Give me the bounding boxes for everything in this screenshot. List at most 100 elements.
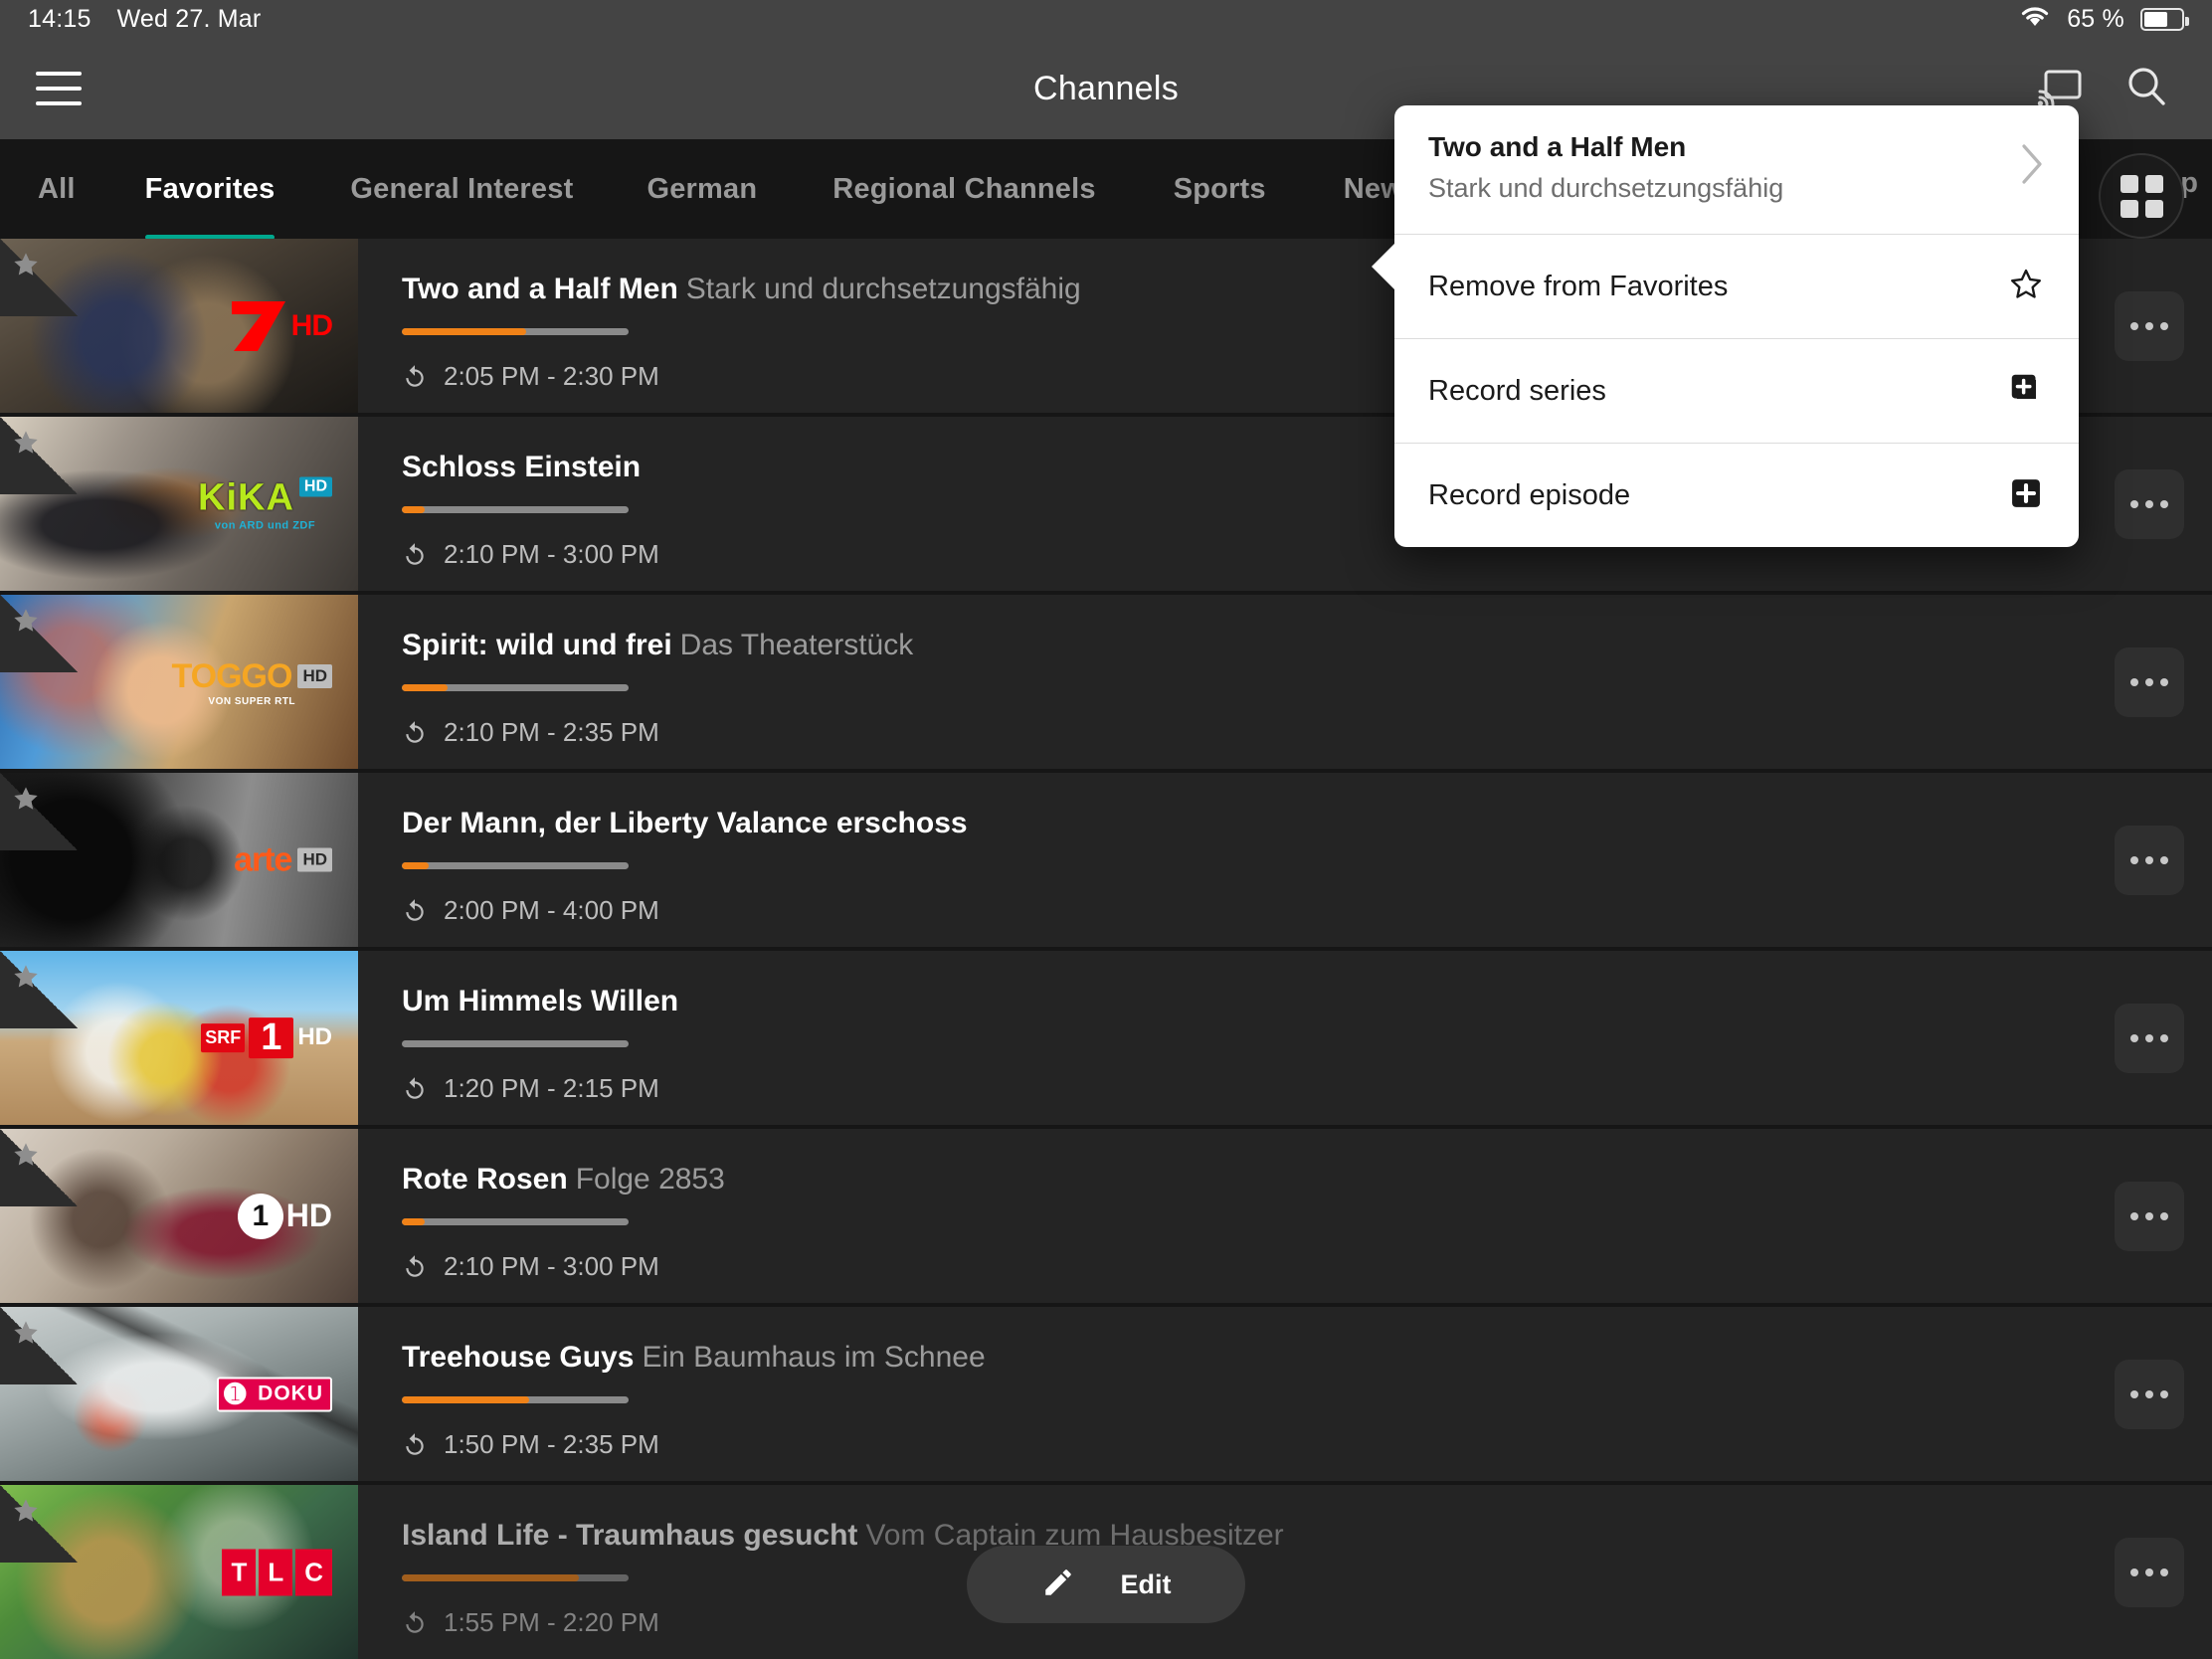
more-options-icon[interactable]	[2115, 1537, 2184, 1607]
replay-icon	[406, 364, 424, 387]
edit-button-label: Edit	[1120, 1568, 1172, 1599]
menu-item-label: Remove from Favorites	[1428, 270, 1729, 302]
program-subtitle: Stark und durchsetzungsfähig	[685, 273, 1081, 305]
program-subtitle: Ein Baumhaus im Schnee	[642, 1341, 986, 1374]
star-icon	[14, 253, 38, 276]
program-subtitle: Das Theaterstück	[679, 629, 914, 661]
status-time: 14:15	[28, 4, 92, 33]
program-time: 1:55 PM - 2:20 PM	[444, 1607, 659, 1637]
tab-label: Favorites	[144, 172, 276, 205]
table-row[interactable]: SRF 1 HD Um Himmels Willen 1:20 PM - 2:1…	[0, 951, 2212, 1125]
program-title: Spirit: wild und frei	[402, 629, 672, 661]
search-icon[interactable]	[2124, 65, 2168, 113]
chevron-right-icon[interactable]	[2001, 142, 2045, 193]
menu-item-record-episode[interactable]: Record episode	[1394, 443, 2079, 547]
more-options-icon[interactable]	[2115, 825, 2184, 895]
favorite-badge	[0, 773, 78, 850]
star-icon	[14, 431, 38, 454]
tab-all[interactable]: All	[38, 173, 76, 206]
cast-icon[interactable]	[2037, 68, 2083, 110]
channel-hd-label: HD	[297, 1023, 332, 1051]
more-options-icon[interactable]	[2115, 468, 2184, 539]
replay-icon	[406, 898, 424, 921]
favorite-badge	[0, 417, 78, 494]
tab-label: General Interest	[350, 172, 574, 205]
program-progress	[402, 328, 629, 335]
channel-logo: T L C	[222, 1549, 332, 1595]
context-menu-title: Two and a Half Men	[1428, 131, 1687, 162]
tab-label: Regional Channels	[832, 172, 1096, 205]
menu-item-label: Record episode	[1428, 478, 1631, 511]
table-row[interactable]: 1 HD Rote Rosen Folge 2853 2:10 PM - 3:00…	[0, 1129, 2212, 1303]
menu-item-label: Record series	[1428, 374, 1606, 407]
tab-label: Sports	[1173, 172, 1266, 205]
menu-item-record-series[interactable]: Record series	[1394, 338, 2079, 443]
channel-name-label: arte	[234, 840, 292, 878]
more-options-icon[interactable]	[2115, 646, 2184, 717]
channel-name-label: 1	[237, 1193, 283, 1239]
favorite-badge	[0, 951, 78, 1028]
channel-hd-label: HD	[297, 664, 332, 688]
wifi-icon	[2019, 4, 2051, 35]
channel-hd-label: HD	[285, 1198, 332, 1233]
replay-icon	[406, 1610, 424, 1633]
program-time: 1:20 PM - 2:15 PM	[444, 1073, 659, 1103]
program-thumbnail: TOGGO HD VON SUPER RTL	[0, 595, 358, 769]
program-thumbnail: 1 HD	[0, 1129, 358, 1303]
program-title-line: Um Himmels Willen	[402, 985, 2115, 1018]
more-options-icon[interactable]	[2115, 1003, 2184, 1073]
program-title-line: Rote Rosen Folge 2853	[402, 1163, 2115, 1197]
tab-favorites[interactable]: Favorites	[144, 172, 276, 239]
menu-item-remove-from-favorites[interactable]: Remove from Favorites	[1394, 234, 2079, 338]
favorite-badge	[0, 1129, 78, 1206]
channel-name-label: SRF	[201, 1022, 246, 1052]
more-options-icon[interactable]	[2115, 1181, 2184, 1251]
program-title-line: Treehouse Guys Ein Baumhaus im Schnee	[402, 1341, 2115, 1375]
program-progress	[402, 1574, 629, 1581]
context-menu-header[interactable]: Two and a Half Men Stark und durchsetzun…	[1394, 105, 2079, 234]
battery-percentage: 65 %	[2067, 4, 2124, 33]
program-thumbnail: ➊ DOKU	[0, 1307, 358, 1481]
channel-logo: SRF 1 HD	[201, 1016, 332, 1059]
grid-view-icon[interactable]	[2099, 153, 2184, 239]
channel-logo: HD	[228, 297, 333, 355]
program-title: Schloss Einstein	[402, 451, 642, 483]
program-time: 2:10 PM - 3:00 PM	[444, 539, 659, 569]
channel-logo: KiKA HD von ARD und ZDF	[198, 476, 332, 531]
favorite-badge	[0, 239, 78, 316]
table-row[interactable]: arte HD Der Mann, der Liberty Valance er…	[0, 773, 2212, 947]
more-options-icon[interactable]	[2115, 1359, 2184, 1429]
table-row[interactable]: ➊ DOKU Treehouse Guys Ein Baumhaus im Sch…	[0, 1307, 2212, 1481]
tab-regional-channels[interactable]: Regional Channels	[832, 173, 1095, 206]
star-icon	[14, 609, 38, 632]
tab-german[interactable]: German	[646, 173, 757, 206]
program-title-line: Spirit: wild und frei Das Theaterstück	[402, 629, 2115, 662]
page-title: Channels	[1032, 69, 1180, 107]
program-title: Der Mann, der Liberty Valance erschoss	[402, 807, 968, 839]
program-thumbnail: arte HD	[0, 773, 358, 947]
channel-logo: ➊ DOKU	[217, 1377, 332, 1411]
channel-hd-label: HD	[298, 476, 332, 496]
tab-label: German	[646, 172, 758, 205]
status-bar: 14:15 Wed 27. Mar 65 %	[0, 0, 2212, 38]
channel-hd-label: HD	[290, 308, 333, 342]
table-row[interactable]: TOGGO HD VON SUPER RTL Spirit: wild und …	[0, 595, 2212, 769]
channel-name-label: DOKU	[251, 1379, 330, 1409]
star-icon	[14, 1321, 38, 1344]
program-progress	[402, 1218, 629, 1225]
program-time-row: 1:50 PM - 2:35 PM	[402, 1429, 2115, 1460]
program-time-row: 1:55 PM - 2:20 PM	[402, 1607, 2115, 1638]
replay-icon	[406, 1254, 424, 1277]
program-subtitle: Folge 2853	[575, 1163, 725, 1196]
more-options-icon[interactable]	[2115, 290, 2184, 361]
tab-general-interest[interactable]: General Interest	[350, 173, 573, 206]
program-title: Treehouse Guys	[402, 1341, 635, 1374]
replay-icon	[406, 542, 424, 565]
star-outline-icon	[2007, 266, 2045, 308]
program-progress	[402, 684, 629, 691]
program-time-row: 2:00 PM - 4:00 PM	[402, 895, 2115, 926]
tab-sports[interactable]: Sports	[1174, 173, 1266, 206]
edit-button[interactable]: Edit	[967, 1546, 1245, 1623]
channel-hd-label: HD	[297, 847, 332, 872]
program-title-line: Der Mann, der Liberty Valance erschoss	[402, 807, 2115, 840]
